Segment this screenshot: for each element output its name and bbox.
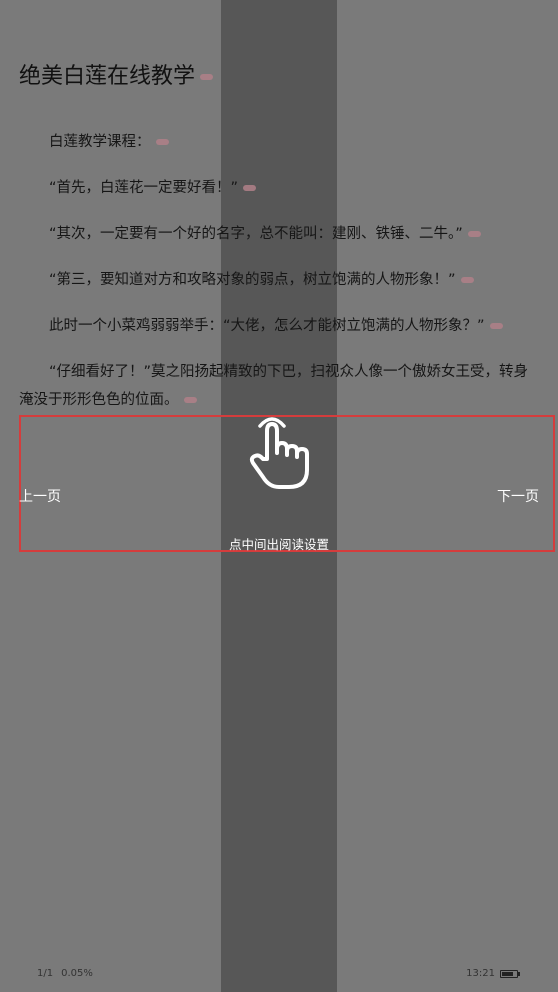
clock: 13:21 (466, 968, 495, 979)
comment-bubble-icon[interactable] (200, 74, 214, 80)
comment-bubble-icon[interactable] (155, 139, 169, 145)
prev-page-zone[interactable]: 上一页 (19, 486, 61, 506)
paragraph-text: “其次，一定要有一个好的名字，总不能叫：建刚、铁锤、二牛。” (49, 226, 463, 242)
center-settings-hint: 点中间出阅读设置 (228, 537, 329, 552)
paragraph: 此时一个小菜鸡弱弱举手：“大佬，怎么才能树立饱满的人物形象？” (19, 312, 539, 340)
chapter-title: 绝美白莲在线教学 (19, 58, 214, 90)
battery-icon (500, 969, 520, 978)
paragraph: “首先，白莲花一定要好看！” (19, 174, 539, 202)
paragraph-text: 白莲教学课程： (49, 134, 151, 150)
paragraph-text: “第三，要知道对方和攻略对象的弱点，树立饱满的人物形象！” (49, 272, 456, 288)
progress-percent: 0.05% (61, 968, 93, 979)
reading-progress: 1/1 0.05% (37, 968, 101, 979)
tap-hand-icon (249, 417, 309, 489)
comment-bubble-icon[interactable] (183, 397, 197, 403)
comment-bubble-icon[interactable] (243, 185, 257, 191)
paragraph-text: “仔细看好了！”莫之阳扬起精致的下巴，扫视众人像一个傲娇女王受，转身淹没于形形色… (19, 364, 529, 408)
paragraph-text: “首先，白莲花一定要好看！” (49, 180, 239, 196)
page-indicator: 1/1 (37, 968, 54, 979)
paragraph-text: 此时一个小菜鸡弱弱举手：“大佬，怎么才能树立饱满的人物形象？” (49, 318, 485, 334)
next-page-zone[interactable]: 下一页 (497, 486, 539, 506)
chapter-title-text: 绝美白莲在线教学 (19, 64, 196, 89)
paragraph: “仔细看好了！”莫之阳扬起精致的下巴，扫视众人像一个傲娇女王受，转身淹没于形形色… (19, 358, 539, 414)
paragraph: 白莲教学课程： (19, 128, 539, 156)
comment-bubble-icon[interactable] (460, 277, 474, 283)
paragraph: “其次，一定要有一个好的名字，总不能叫：建刚、铁锤、二牛。” (19, 220, 539, 248)
comment-bubble-icon[interactable] (467, 231, 481, 237)
paragraph: “第三，要知道对方和攻略对象的弱点，树立饱满的人物形象！” (19, 266, 539, 294)
status-right: 13:21 (466, 968, 520, 979)
comment-bubble-icon[interactable] (489, 323, 503, 329)
